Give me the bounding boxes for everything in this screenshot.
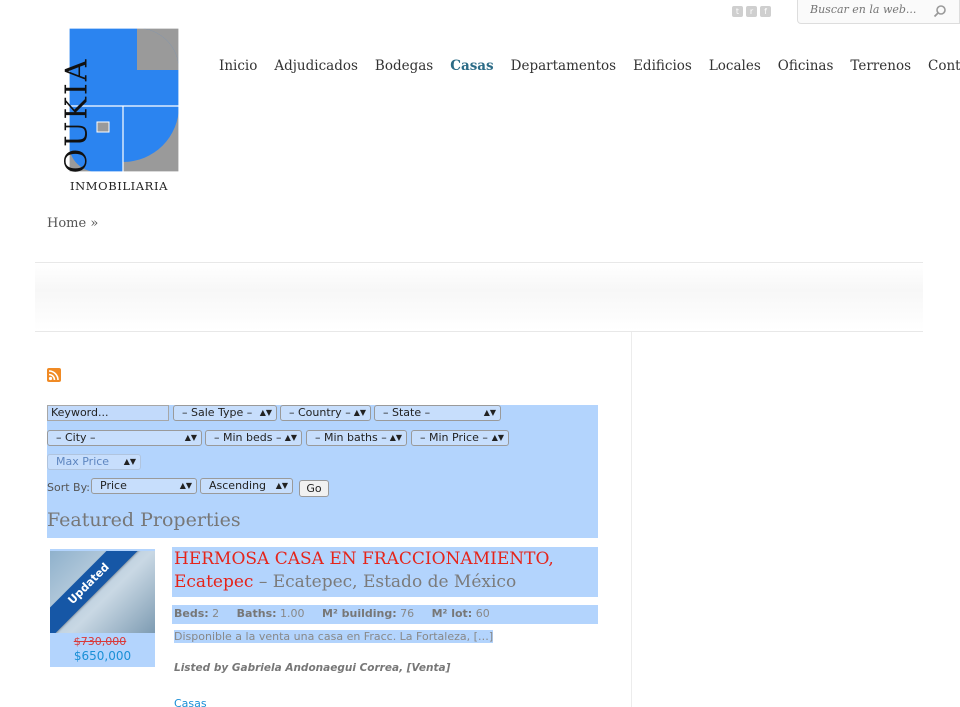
dropdown-arrow-icon: ▲▼: [389, 433, 402, 442]
listing-thumbnail-block: Updated $730,000 $650,000: [50, 549, 155, 667]
nav-item-inicio[interactable]: Inicio: [219, 58, 257, 74]
dropdown-arrow-icon: ▲▼: [483, 408, 496, 417]
min-beds-select[interactable]: – Min beds – ▲▼: [205, 430, 302, 446]
nav-item-edificios[interactable]: Edificios: [633, 58, 692, 74]
nav-item-bodegas[interactable]: Bodegas: [375, 58, 433, 74]
breadcrumb-home[interactable]: Home: [47, 216, 86, 231]
min-baths-select[interactable]: – Min baths – ▲▼: [306, 430, 407, 446]
listing-description: Disponible a la venta una casa en Fracc.…: [174, 630, 494, 643]
property-search-form: Keyword... – Sale Type – ▲▼ – Country – ▲▼…: [47, 405, 598, 538]
search-icon[interactable]: [933, 4, 947, 18]
listing-category-link[interactable]: Casas: [174, 697, 207, 707]
social-icons: t r f: [732, 6, 771, 17]
sort-order-select[interactable]: Ascending ▲▼: [200, 478, 293, 494]
listing-specs: Beds: 2 Baths: 1.00 M² building: 76 M² l…: [174, 607, 490, 620]
city-select[interactable]: – City – ▲▼: [47, 430, 202, 446]
current-price: $650,000: [73, 649, 132, 663]
dropdown-arrow-icon: ▲▼: [123, 457, 136, 466]
nav-item-terrenos[interactable]: Terrenos: [850, 58, 911, 74]
nav-item-contacto[interactable]: Contacto: [928, 58, 960, 74]
breadcrumb-separator: »: [90, 216, 99, 231]
dropdown-arrow-icon: ▲▼: [259, 408, 272, 417]
go-button[interactable]: Go: [299, 480, 329, 497]
sale-type-select[interactable]: – Sale Type – ▲▼: [173, 405, 277, 421]
nav-item-casas[interactable]: Casas: [450, 58, 493, 74]
max-price-select[interactable]: Max Price ▲▼: [47, 454, 141, 470]
facebook-icon[interactable]: f: [760, 6, 771, 17]
sort-by-label: Sort By:: [47, 481, 91, 494]
dropdown-arrow-icon: ▲▼: [184, 433, 197, 442]
divider: [35, 331, 923, 332]
logo-tagline: INMOBILIARIA: [70, 179, 168, 193]
dropdown-arrow-icon: ▲▼: [353, 408, 366, 417]
state-select[interactable]: – State – ▲▼: [374, 405, 501, 421]
nav-item-adjudicados[interactable]: Adjudicados: [274, 58, 358, 74]
min-price-select[interactable]: – Min Price – ▲▼: [411, 430, 509, 446]
property-photo[interactable]: Updated: [50, 551, 155, 633]
nav-item-oficinas[interactable]: Oficinas: [778, 58, 834, 74]
sidebar-divider: [631, 332, 632, 707]
dropdown-arrow-icon: ▲▼: [491, 433, 504, 442]
rss-feed-icon[interactable]: [47, 368, 61, 382]
twitter-icon[interactable]: t: [732, 6, 743, 17]
rss-icon[interactable]: r: [746, 6, 757, 17]
nav-item-departamentos[interactable]: Departamentos: [511, 58, 616, 74]
keyword-input[interactable]: Keyword...: [47, 405, 169, 421]
updated-badge: Updated: [50, 551, 150, 633]
listing-location: – Ecatepec, Estado de México: [253, 572, 517, 592]
featured-properties-heading: Featured Properties: [47, 509, 241, 531]
search-box: [797, 0, 960, 24]
logo-name: OUKIA: [59, 57, 95, 174]
listing-title[interactable]: HERMOSA CASA EN FRACCIONAMIENTO, Ecatepe…: [174, 548, 594, 594]
main-nav: Inicio Adjudicados Bodegas Casas Departa…: [219, 58, 960, 74]
top-bar: t r f: [0, 0, 960, 24]
sort-field-select[interactable]: Price ▲▼: [91, 478, 197, 494]
dropdown-arrow-icon: ▲▼: [179, 481, 192, 490]
dropdown-arrow-icon: ▲▼: [275, 481, 288, 490]
breadcrumb: Home »: [47, 216, 98, 231]
nav-item-locales[interactable]: Locales: [709, 58, 761, 74]
dropdown-arrow-icon: ▲▼: [284, 433, 297, 442]
site-logo[interactable]: OUKIA INMOBILIARIA: [37, 26, 187, 194]
header-shadow-band: [35, 263, 923, 331]
listed-by: Listed by Gabriela Andonaegui Correa, [V…: [174, 662, 451, 674]
search-input[interactable]: [810, 3, 930, 16]
country-select[interactable]: – Country – ▲▼: [280, 405, 371, 421]
old-price: $730,000: [73, 635, 127, 648]
